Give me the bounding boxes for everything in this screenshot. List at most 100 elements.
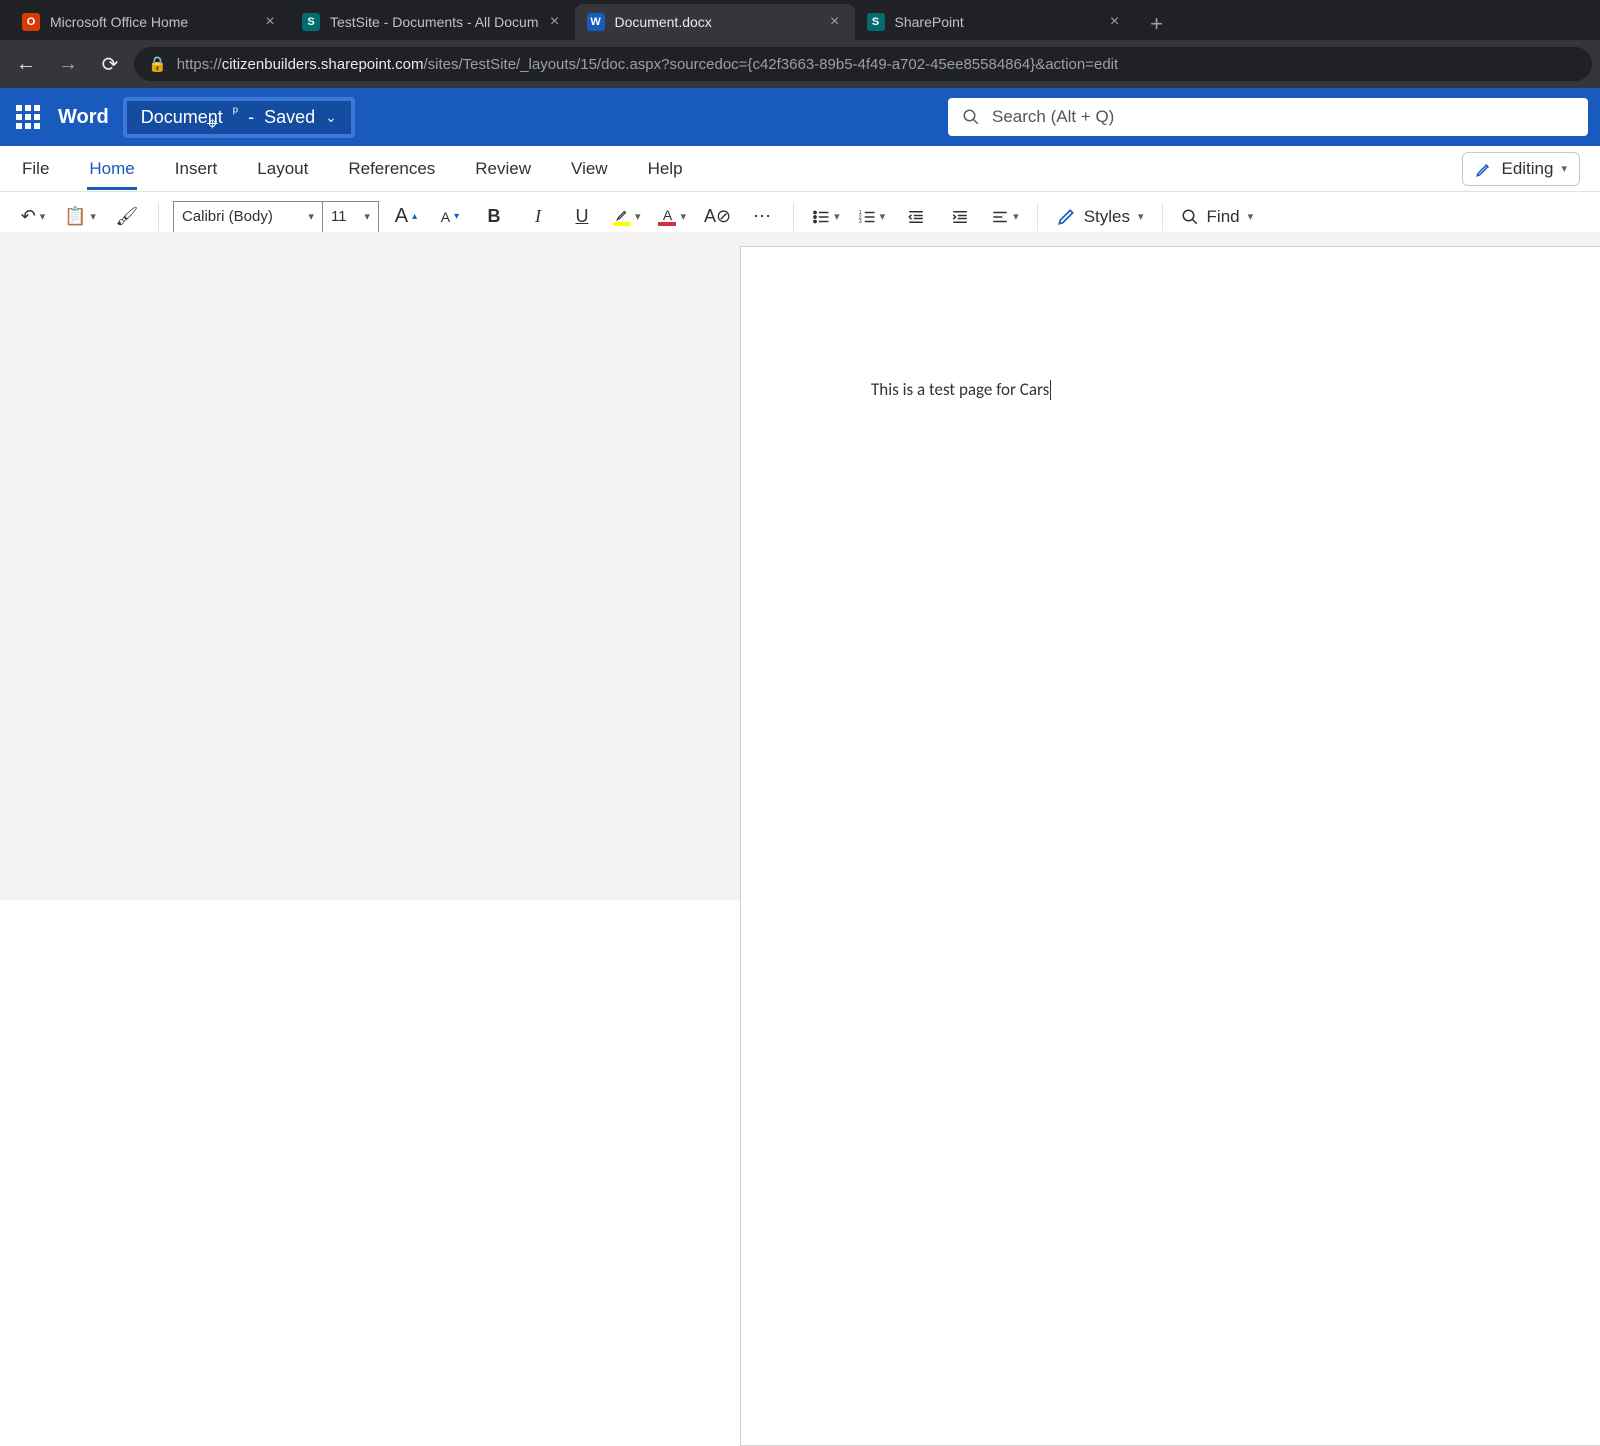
browser-chrome: O Microsoft Office Home × S TestSite - D… bbox=[0, 0, 1600, 88]
save-state: Saved bbox=[264, 107, 315, 128]
tab-title: Microsoft Office Home bbox=[50, 14, 254, 30]
document-title-button[interactable]: Document ᵖ - Saved ⌄ ⌖ bbox=[123, 97, 355, 138]
numbering-button[interactable]: 123 ▾ bbox=[854, 200, 890, 234]
align-button[interactable]: ▾ bbox=[987, 200, 1023, 234]
chevron-down-icon: ▾ bbox=[1138, 210, 1144, 223]
numbering-icon: 123 bbox=[858, 208, 876, 226]
favicon-word-icon: W bbox=[587, 13, 605, 31]
separator bbox=[1037, 203, 1038, 231]
separator: - bbox=[248, 107, 254, 128]
url-path: /sites/TestSite/_layouts/15/doc.aspx?sou… bbox=[424, 56, 1119, 73]
highlight-color-button[interactable]: ▾ bbox=[609, 200, 645, 234]
chevron-down-icon: ⌄ bbox=[325, 109, 337, 126]
increase-indent-button[interactable] bbox=[943, 200, 977, 234]
font-color-button[interactable]: A ▾ bbox=[654, 200, 690, 234]
favicon-sharepoint-icon: S bbox=[302, 13, 320, 31]
decrease-indent-button[interactable] bbox=[899, 200, 933, 234]
separator bbox=[1162, 203, 1163, 231]
url-host: citizenbuilders.sharepoint.com bbox=[222, 56, 424, 73]
separator bbox=[793, 203, 794, 231]
cursor-icon: ⌖ bbox=[207, 113, 218, 136]
undo-button[interactable]: ↶▾ bbox=[16, 200, 50, 234]
find-label: Find bbox=[1207, 207, 1240, 227]
more-formatting-button[interactable]: ⋯ bbox=[745, 200, 779, 234]
chevron-down-icon: ▾ bbox=[880, 210, 886, 223]
tab-help[interactable]: Help bbox=[646, 149, 685, 189]
app-header: Word Document ᵖ - Saved ⌄ ⌖ Search (Alt … bbox=[0, 88, 1600, 146]
tab-insert[interactable]: Insert bbox=[173, 149, 220, 189]
bold-button[interactable]: B bbox=[477, 200, 511, 234]
shrink-font-button[interactable]: A▾ bbox=[433, 200, 467, 234]
back-button[interactable]: ← bbox=[8, 46, 44, 82]
chevron-down-icon: ▾ bbox=[680, 210, 686, 223]
app-name: Word bbox=[58, 106, 109, 129]
document-page[interactable]: This is a test page for Cars bbox=[740, 246, 1600, 1446]
chevron-down-icon: ▾ bbox=[635, 210, 641, 223]
chevron-down-icon: ▾ bbox=[1013, 210, 1019, 223]
font-size-value: 11 bbox=[331, 208, 347, 225]
new-tab-button[interactable]: + bbox=[1141, 8, 1173, 40]
tab-title: Document.docx bbox=[615, 14, 819, 30]
tab-home[interactable]: Home bbox=[87, 149, 136, 189]
outdent-icon bbox=[907, 208, 925, 226]
close-icon[interactable]: × bbox=[1107, 14, 1123, 30]
italic-button[interactable]: I bbox=[521, 200, 555, 234]
page-content[interactable]: This is a test page for Cars bbox=[741, 247, 1600, 400]
clear-formatting-button[interactable]: A⊘ bbox=[700, 200, 735, 234]
chevron-down-icon: ▾ bbox=[834, 210, 840, 223]
presence-icon: ᵖ bbox=[233, 103, 238, 119]
styles-button[interactable]: Styles ▾ bbox=[1052, 200, 1148, 234]
styles-icon bbox=[1056, 207, 1076, 227]
close-icon[interactable]: × bbox=[827, 14, 843, 30]
forward-button[interactable]: → bbox=[50, 46, 86, 82]
tab-title: SharePoint bbox=[895, 14, 1099, 30]
tab-references[interactable]: References bbox=[346, 149, 437, 189]
chevron-down-icon: ▾ bbox=[364, 210, 370, 223]
chevron-down-icon: ▾ bbox=[40, 210, 46, 223]
search-icon bbox=[962, 108, 980, 126]
paste-button[interactable]: 📋▾ bbox=[60, 200, 100, 234]
indent-icon bbox=[951, 208, 969, 226]
body-text[interactable]: This is a test page for Cars bbox=[871, 379, 1049, 400]
font-name-value: Calibri (Body) bbox=[182, 208, 273, 225]
underline-button[interactable]: U bbox=[565, 200, 599, 234]
browser-tab[interactable]: S TestSite - Documents - All Docum × bbox=[290, 4, 575, 40]
tab-file[interactable]: File bbox=[20, 149, 51, 189]
lock-icon: 🔒 bbox=[148, 55, 167, 73]
editing-mode-button[interactable]: Editing ▾ bbox=[1462, 152, 1580, 186]
close-icon[interactable]: × bbox=[547, 14, 563, 30]
browser-tab[interactable]: O Microsoft Office Home × bbox=[10, 4, 290, 40]
address-bar: ← → ⟳ 🔒 https://citizenbuilders.sharepoi… bbox=[0, 40, 1600, 88]
mode-label: Editing bbox=[1501, 159, 1553, 179]
bullets-button[interactable]: ▾ bbox=[808, 200, 844, 234]
font-color-swatch bbox=[658, 222, 676, 226]
search-placeholder: Search (Alt + Q) bbox=[992, 107, 1114, 127]
tab-review[interactable]: Review bbox=[473, 149, 533, 189]
search-icon bbox=[1181, 208, 1199, 226]
font-name-select[interactable]: Calibri (Body) ▾ bbox=[173, 201, 323, 233]
ribbon-tabs: File Home Insert Layout References Revie… bbox=[0, 146, 1600, 192]
chevron-down-icon: ▾ bbox=[1561, 162, 1567, 175]
separator bbox=[158, 203, 159, 231]
highlight-swatch bbox=[613, 222, 631, 226]
styles-label: Styles bbox=[1084, 207, 1130, 227]
search-input[interactable]: Search (Alt + Q) bbox=[948, 98, 1588, 136]
document-canvas[interactable]: This is a test page for Cars bbox=[0, 232, 1600, 900]
close-icon[interactable]: × bbox=[262, 14, 278, 30]
text-cursor bbox=[1050, 380, 1051, 400]
chevron-down-icon: ▾ bbox=[1248, 210, 1254, 223]
format-painter-button[interactable]: 🖌 bbox=[110, 200, 144, 234]
favicon-office-icon: O bbox=[22, 13, 40, 31]
tab-view[interactable]: View bbox=[569, 149, 610, 189]
tab-title: TestSite - Documents - All Docum bbox=[330, 14, 539, 30]
browser-tab[interactable]: S SharePoint × bbox=[855, 4, 1135, 40]
reload-button[interactable]: ⟳ bbox=[92, 46, 128, 82]
font-size-select[interactable]: 11 ▾ bbox=[323, 201, 379, 233]
browser-tab-active[interactable]: W Document.docx × bbox=[575, 4, 855, 40]
grow-font-button[interactable]: A▴ bbox=[389, 200, 423, 234]
tab-layout[interactable]: Layout bbox=[255, 149, 310, 189]
bullets-icon bbox=[812, 208, 830, 226]
app-launcher-icon[interactable] bbox=[12, 101, 44, 133]
url-input[interactable]: 🔒 https://citizenbuilders.sharepoint.com… bbox=[134, 47, 1592, 81]
find-button[interactable]: Find ▾ bbox=[1177, 200, 1258, 234]
